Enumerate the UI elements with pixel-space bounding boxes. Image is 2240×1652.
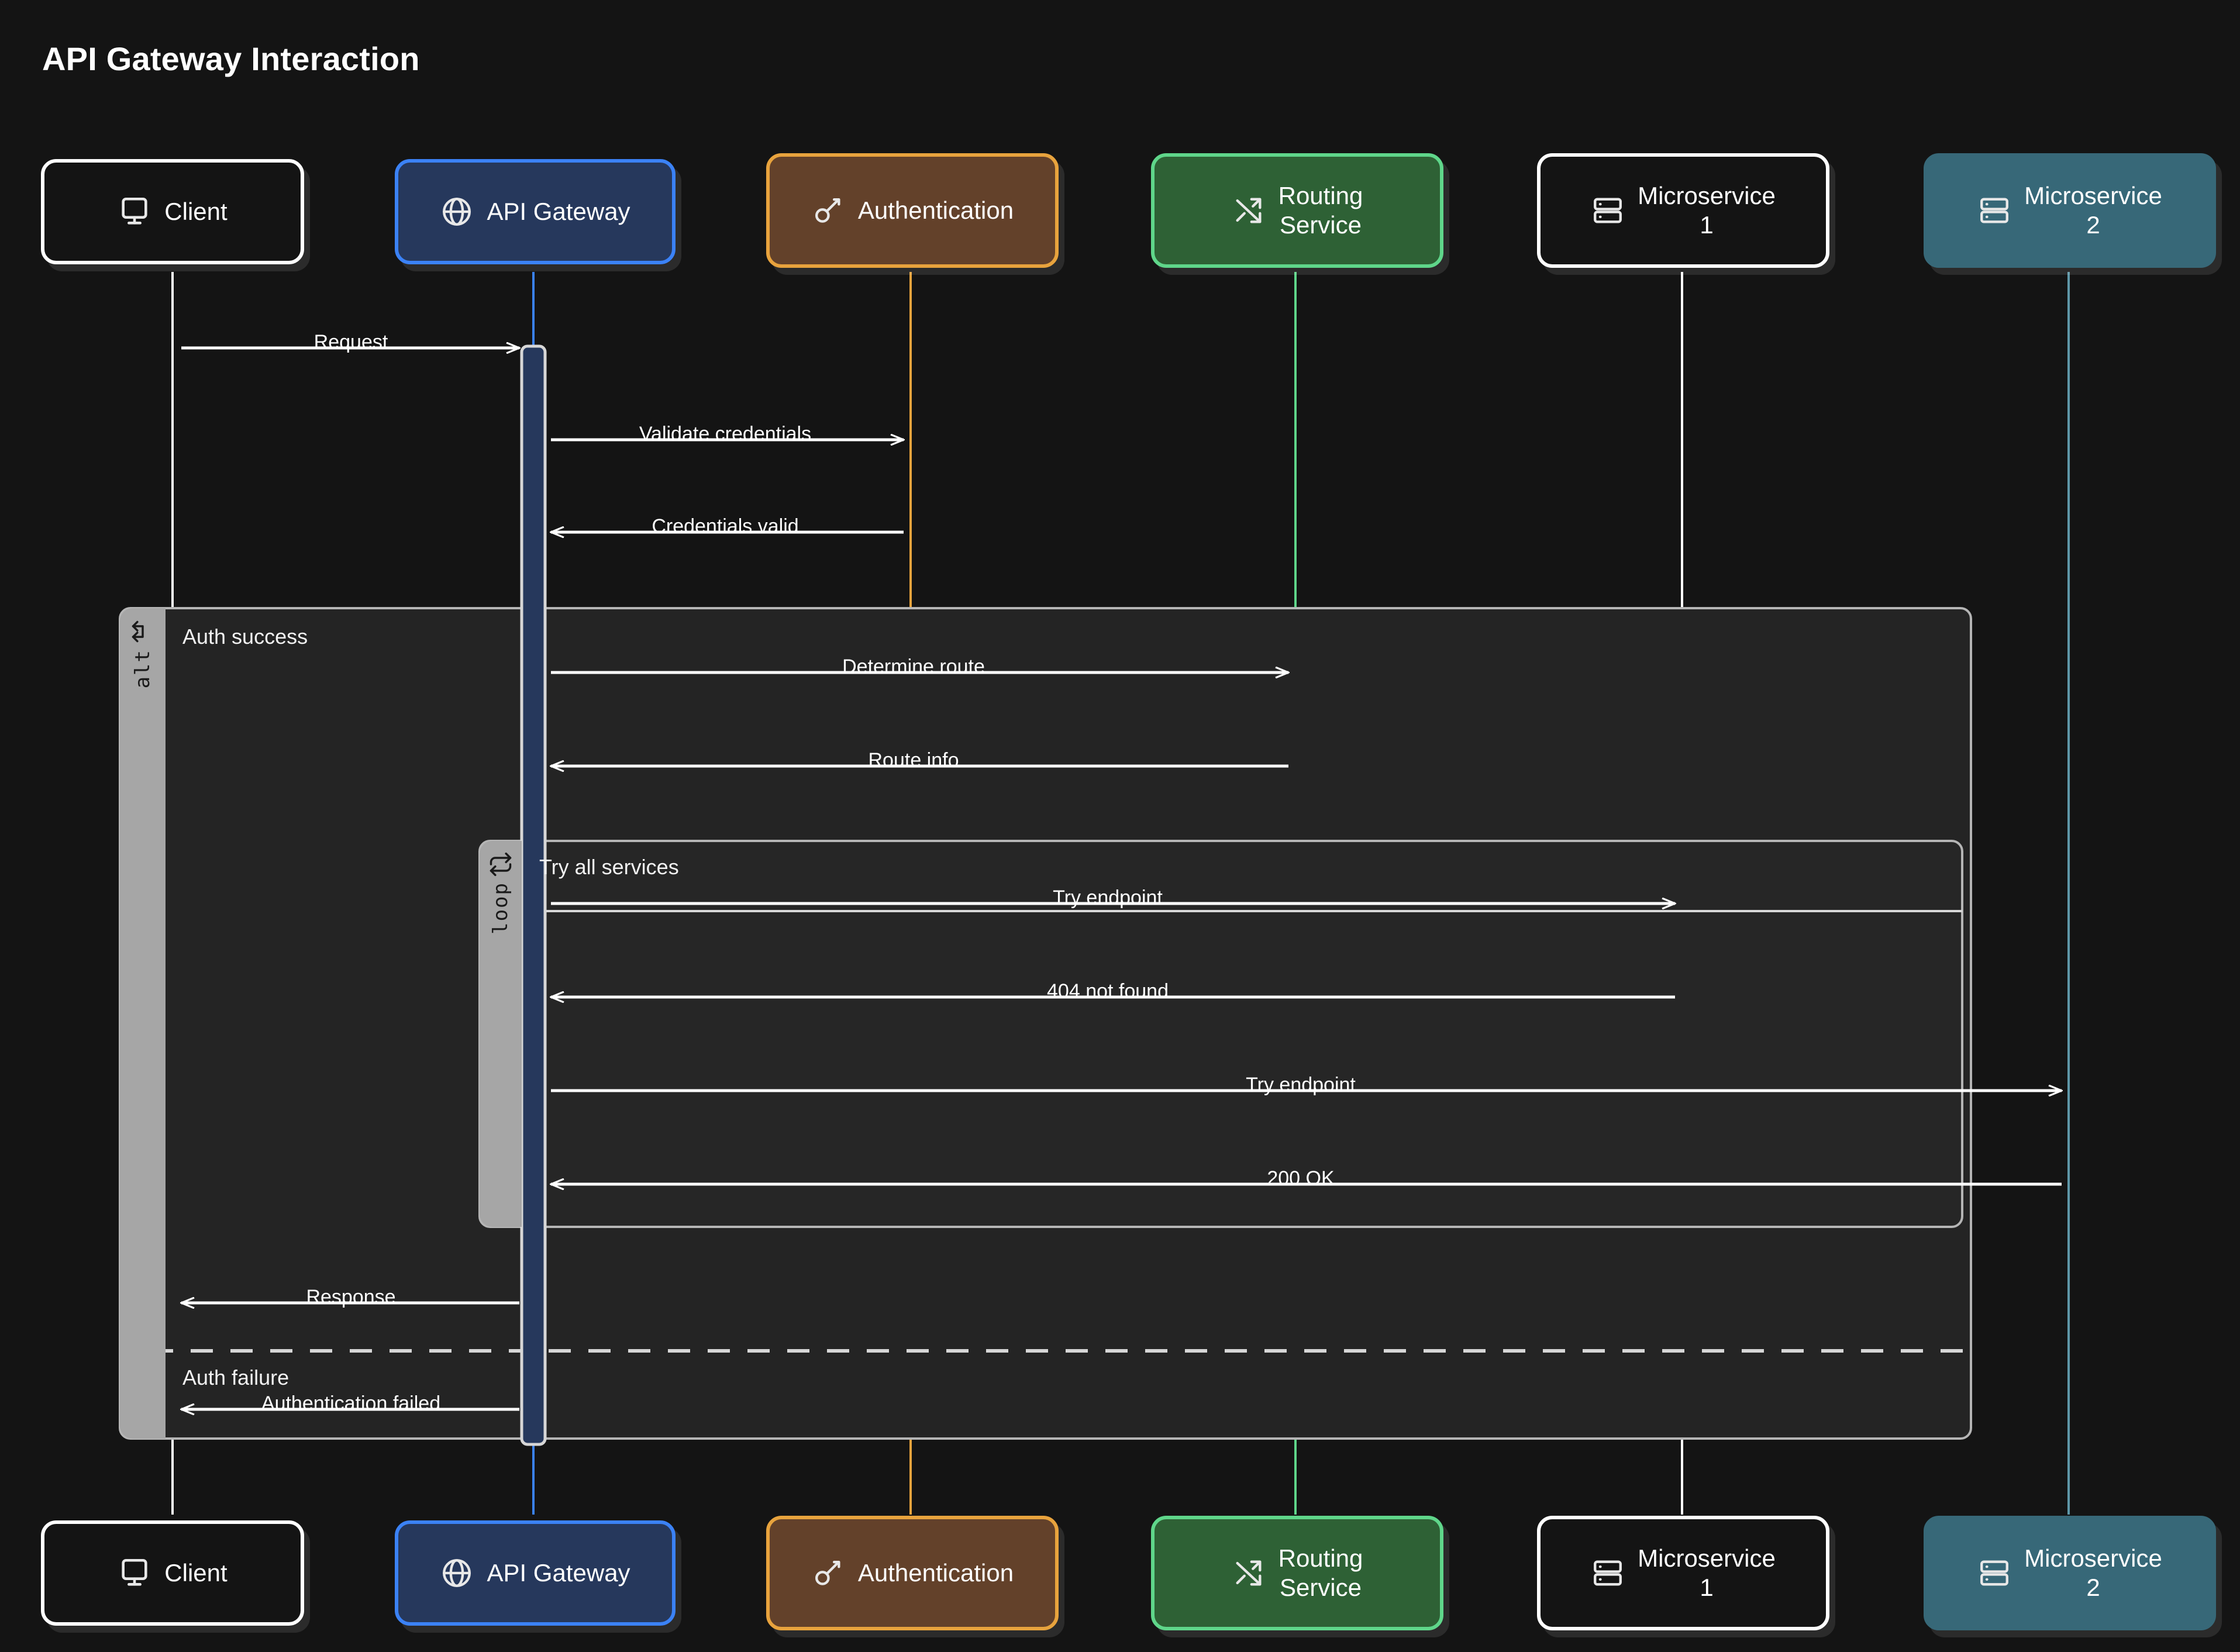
server-icon	[1977, 1556, 2011, 1590]
globe-icon	[440, 1556, 474, 1590]
participant-box-api-gateway-bottom[interactable]: API Gateway	[395, 1520, 676, 1626]
loop-fragment-keyword: loop	[489, 882, 512, 934]
participant-box-client-bottom[interactable]: Client	[41, 1520, 304, 1626]
participant-box-microservice-1-top[interactable]: Microservice 1	[1537, 153, 1829, 268]
participant-label: Routing Service	[1278, 1544, 1363, 1601]
participant-box-authentication-bottom[interactable]: Authentication	[766, 1516, 1059, 1630]
participant-label: API Gateway	[487, 1559, 630, 1587]
sequence-diagram-canvas: API Gateway Interaction Client API Gatew…	[0, 0, 2240, 1652]
alt-fragment-else-label: Auth failure	[182, 1365, 290, 1389]
activation-bar-api-gateway	[520, 344, 547, 1446]
participant-label: Authentication	[857, 196, 1014, 225]
participant-label: Routing Service	[1278, 182, 1363, 239]
participant-box-client-top[interactable]: Client	[41, 159, 304, 264]
alt-fragment-condition-label: Auth success	[182, 625, 308, 649]
server-icon	[1591, 1556, 1625, 1590]
key-icon	[811, 194, 845, 227]
participant-box-authentication-top[interactable]: Authentication	[766, 153, 1059, 268]
branch-icon	[130, 619, 156, 644]
participant-box-api-gateway-top[interactable]: API Gateway	[395, 159, 676, 264]
participant-label: Microservice 2	[2024, 1544, 2162, 1601]
participant-label: Microservice 1	[1638, 1544, 1776, 1601]
participant-label: Client	[164, 1559, 228, 1587]
participant-label: Client	[164, 198, 228, 226]
server-icon	[1591, 194, 1625, 227]
shuffle-icon	[1232, 194, 1266, 227]
participant-label: Microservice 1	[1638, 182, 1776, 239]
participant-box-microservice-2-bottom[interactable]: Microservice 2	[1924, 1516, 2216, 1630]
participant-label: API Gateway	[487, 198, 630, 226]
loop-fragment-tab[interactable]: loop	[480, 841, 522, 1227]
loop-fragment-frame	[478, 840, 1963, 1228]
participant-box-routing-service-top[interactable]: Routing Service	[1151, 153, 1443, 268]
participant-label: Microservice 2	[2024, 182, 2162, 239]
loop-icon	[488, 851, 514, 877]
key-icon	[811, 1556, 845, 1590]
monitor-icon	[118, 195, 151, 229]
server-icon	[1977, 194, 2011, 227]
participant-box-microservice-2-top[interactable]: Microservice 2	[1924, 153, 2216, 268]
loop-fragment-condition-label: Try all services	[539, 855, 679, 879]
participant-box-routing-service-bottom[interactable]: Routing Service	[1151, 1516, 1443, 1630]
diagram-vector-layer	[119, 272, 2070, 1515]
participant-box-microservice-1-bottom[interactable]: Microservice 1	[1537, 1516, 1829, 1630]
globe-icon	[440, 195, 474, 229]
shuffle-icon	[1232, 1556, 1266, 1590]
alt-fragment-tab[interactable]: alt	[120, 608, 166, 1439]
participant-label: Authentication	[857, 1559, 1014, 1587]
monitor-icon	[118, 1556, 151, 1590]
alt-fragment-keyword: alt	[131, 649, 154, 689]
